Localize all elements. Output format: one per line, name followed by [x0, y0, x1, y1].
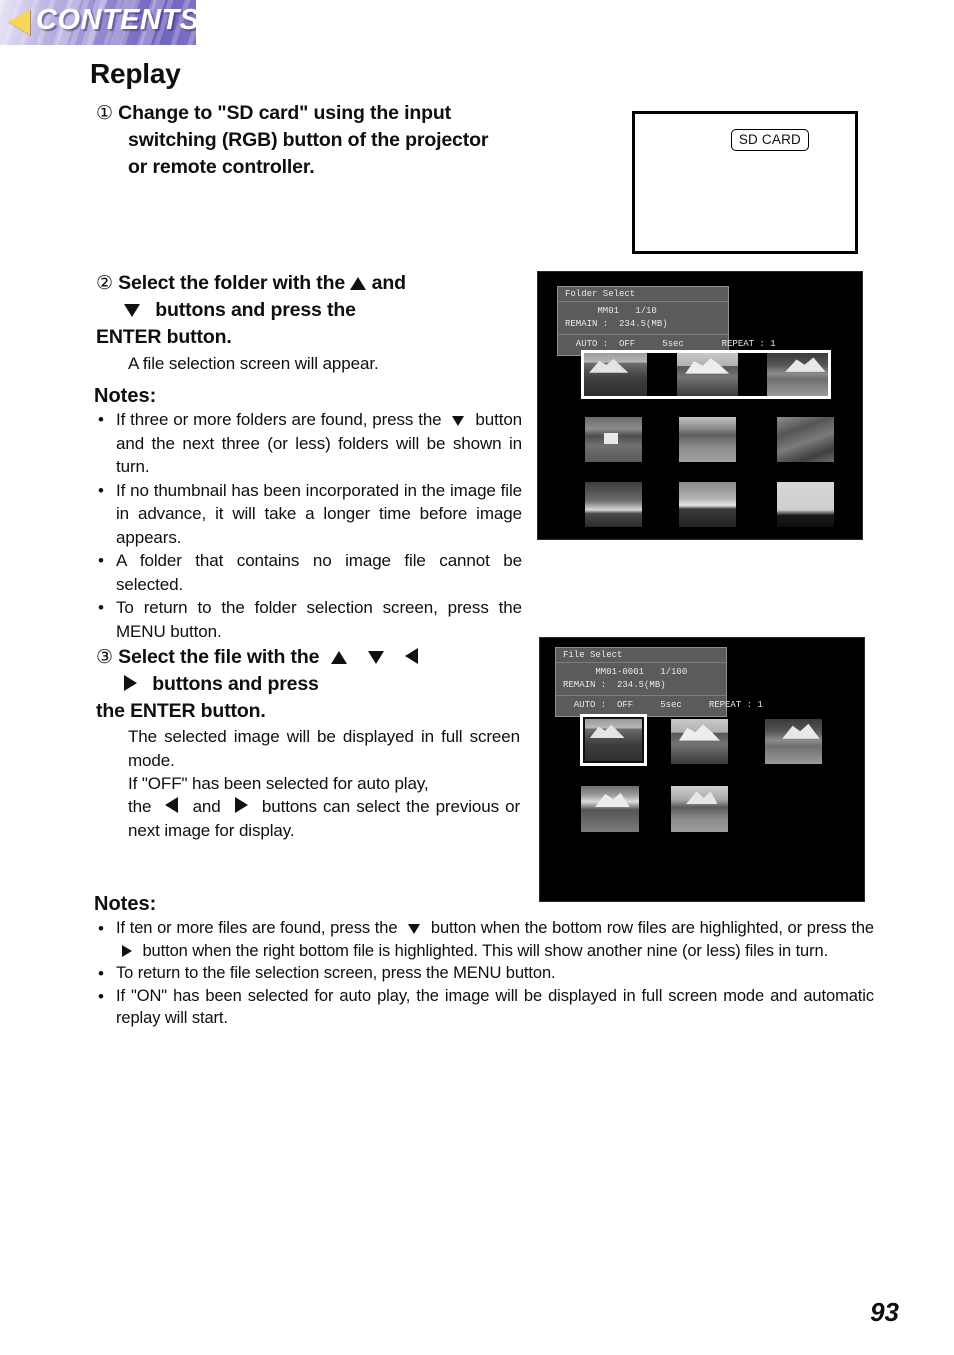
folder-thumbnail[interactable]	[777, 417, 834, 462]
page-title: Replay	[90, 58, 181, 89]
right-arrow-icon	[122, 944, 132, 957]
left-arrow-icon	[405, 648, 419, 664]
bullet-icon: •	[98, 964, 104, 983]
right-arrow-icon	[124, 675, 137, 691]
file-select-screen: File Select MM01-0001 1/100 REMAIN : 234…	[539, 637, 865, 902]
note-text: If no thumbnail has been incorporated in…	[116, 480, 522, 547]
osd-remain-line: REMAIN : 234.5(MB)	[565, 319, 668, 329]
notes-folder-heading: Notes:	[94, 385, 157, 407]
note-text: A folder that contains no image file can…	[116, 551, 522, 594]
osd-bottom-line: AUTO : OFF 5sec REPEAT : 1	[563, 700, 763, 710]
note-item: • To return to the folder selection scre…	[94, 596, 522, 643]
note-item: • A folder that contains no image file c…	[94, 549, 522, 596]
folder-thumbnail[interactable]	[766, 353, 828, 396]
step-2-mid: and	[371, 272, 406, 294]
notes-file-list: • If ten or more files are found, press …	[94, 917, 874, 1030]
file-select-osd-panel: File Select MM01-0001 1/100 REMAIN : 234…	[555, 647, 763, 717]
step-3-tail: buttons and press	[152, 673, 319, 695]
note-text-a: If three or more folders are found, pres…	[116, 410, 442, 429]
note-item: • If "ON" has been selected for auto pla…	[94, 985, 874, 1030]
step-3-sub-2: If "OFF" has been selected for auto play…	[128, 774, 429, 793]
up-arrow-icon	[350, 277, 367, 290]
page-number: 93	[870, 1297, 899, 1327]
step-2-sub: A file selection screen will appear.	[128, 354, 379, 373]
note-item: • If no thumbnail has been incorporated …	[94, 479, 522, 550]
file-thumbnail[interactable]	[765, 719, 822, 764]
folder-thumbnail[interactable]	[679, 417, 736, 462]
note-text-a: If ten or more files are found, press th…	[116, 919, 398, 937]
right-arrow-icon	[234, 797, 248, 813]
step-3-sub-1: The selected image will be displayed in …	[128, 727, 520, 770]
step-2-line3: ENTER button.	[96, 326, 232, 348]
note-text: To return to the folder selection screen…	[116, 598, 522, 641]
step-3-line3: the ENTER button.	[96, 700, 266, 722]
bullet-icon: •	[98, 986, 104, 1006]
step-3-marker: ③	[96, 647, 113, 668]
folder-thumbnail[interactable]	[777, 482, 834, 527]
note-text-c: button when the right bottom file is hig…	[142, 941, 829, 960]
osd-panel-title: Folder Select	[558, 287, 728, 302]
step-3-sub-3c: buttons can select the previous or next …	[128, 797, 521, 840]
contents-banner[interactable]: CONTENTS	[0, 0, 196, 45]
back-triangle-icon	[8, 9, 30, 35]
step-3-sub-3: the and buttons can select the previous …	[128, 795, 520, 842]
down-arrow-icon	[124, 304, 140, 317]
file-thumbnail-selected[interactable]	[580, 714, 647, 766]
bullet-icon: •	[98, 598, 104, 617]
step-3-sub-3b: and	[192, 797, 221, 816]
step-2-tail: buttons and press the	[155, 299, 356, 321]
bullet-icon: •	[98, 410, 104, 429]
osd-id-line: MM01-0001 1/100	[563, 667, 688, 677]
folder-thumbnail-row-selected[interactable]	[581, 350, 831, 399]
folder-thumbnail[interactable]	[585, 482, 642, 527]
step-1-line2: switching (RGB) button of the projector	[128, 129, 489, 151]
folder-select-osd-panel: Folder Select MM01 1/10 REMAIN : 234.5(M…	[557, 286, 776, 356]
folder-thumbnail-empty	[647, 353, 677, 396]
sd-card-chip-label: SD CARD	[730, 129, 809, 151]
step-1-line1: Change to "SD card" using the input	[118, 102, 452, 124]
folder-thumbnail-empty	[737, 353, 767, 396]
file-thumbnail[interactable]	[581, 786, 639, 832]
note-text: If "ON" has been selected for auto play,…	[116, 986, 874, 1028]
note-text: To return to the file selection screen, …	[116, 964, 556, 982]
step-3-lead: Select the file with the	[118, 646, 320, 668]
step-2-lead: Select the folder with the	[118, 272, 346, 294]
bullet-icon: •	[98, 919, 104, 938]
bullet-icon: •	[98, 480, 104, 500]
file-thumbnail[interactable]	[671, 786, 728, 832]
file-thumbnail[interactable]	[671, 719, 728, 764]
note-item: • If three or more folders are found, pr…	[94, 408, 522, 479]
folder-thumbnail[interactable]	[676, 353, 738, 396]
note-item: • To return to the file selection screen…	[94, 962, 874, 985]
sd-card-figure: SD CARD	[632, 111, 858, 254]
folder-thumbnail[interactable]	[585, 417, 642, 462]
note-item: • If ten or more files are found, press …	[94, 917, 874, 962]
file-thumbnail[interactable]	[585, 719, 642, 761]
step-1-line3: or remote controller.	[128, 156, 315, 178]
note-text-b: button when the bottom row files are hig…	[430, 919, 875, 937]
notes-file-heading: Notes:	[94, 893, 157, 915]
down-arrow-icon	[408, 924, 421, 934]
folder-select-screen: Folder Select MM01 1/10 REMAIN : 234.5(M…	[537, 271, 863, 540]
step-2-marker: ②	[96, 273, 113, 294]
step-1-marker: ①	[96, 103, 113, 124]
osd-panel-title: File Select	[556, 648, 726, 663]
osd-remain-line: REMAIN : 234.5(MB)	[563, 680, 666, 690]
bullet-icon: •	[98, 551, 104, 570]
folder-thumbnail[interactable]	[584, 353, 648, 396]
down-arrow-icon	[367, 651, 384, 664]
step-1: ① Change to "SD card" using the input sw…	[96, 100, 616, 181]
up-arrow-icon	[330, 651, 347, 664]
left-arrow-icon	[165, 797, 179, 813]
step-3: ③ Select the file with the buttons and p…	[96, 644, 526, 725]
step-3-sub-3a: the	[128, 797, 152, 816]
down-arrow-icon	[452, 416, 465, 426]
notes-folder-list: • If three or more folders are found, pr…	[94, 408, 522, 643]
step-2: ② Select the folder with the and buttons…	[96, 270, 536, 351]
osd-id-line: MM01 1/10	[565, 306, 657, 316]
folder-thumbnail[interactable]	[679, 482, 736, 527]
contents-label: CONTENTS	[36, 4, 196, 36]
